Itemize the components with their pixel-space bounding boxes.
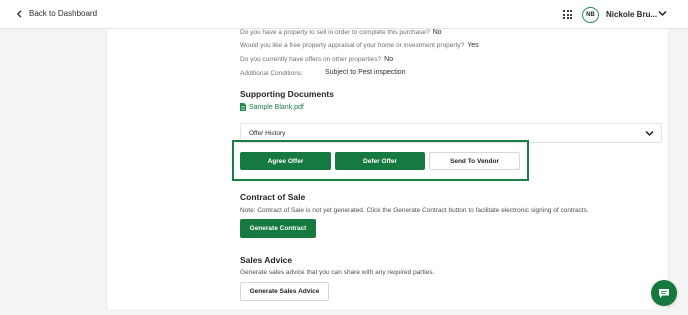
apps-grid-icon[interactable] [563,10,572,19]
question-answer: No [432,29,442,36]
send-to-vendor-button[interactable]: Send To Vendor [429,152,520,170]
chevron-down-icon[interactable] [658,10,667,17]
chat-button[interactable] [651,280,677,306]
question-label: Do you currently have offers on other pr… [240,56,382,63]
additional-conditions-label: Additional Conditions: [240,70,303,77]
additional-conditions-value: Subject to Pest inspection [325,69,406,76]
question-label: Do you have a property to sell in order … [240,29,430,36]
chevron-left-icon [16,9,22,18]
supporting-documents-heading: Supporting Documents [240,89,334,99]
chevron-down-icon [645,130,654,137]
back-to-dashboard-link[interactable]: Back to Dashboard [16,9,97,18]
sales-advice-note: Generate sales advice that you can share… [240,269,435,276]
question-answer: No [384,56,394,63]
question-label: Would you like a free property appraisal… [240,42,465,49]
document-link[interactable]: Sample Blank.pdf [240,103,304,111]
contract-note: Note: Contract of Sale is not yet genera… [240,207,589,214]
defer-offer-button[interactable]: Defer Offer [335,152,425,170]
user-name[interactable]: Nickole Bru... [606,10,657,19]
avatar[interactable]: NB [582,7,599,23]
question-row: Would you like a free property appraisal… [240,42,479,49]
contract-of-sale-heading: Contract of Sale [240,192,306,202]
document-name: Sample Blank.pdf [249,103,304,111]
back-label: Back to Dashboard [29,9,98,18]
sales-advice-heading: Sales Advice [240,255,293,265]
chat-icon [659,288,669,298]
document-icon [240,103,246,111]
generate-sales-advice-button[interactable]: Generate Sales Advice [240,282,329,301]
agree-offer-button[interactable]: Agree Offer [240,152,331,170]
question-row: Do you have a property to sell in order … [240,29,442,36]
question-row: Do you currently have offers on other pr… [240,56,393,63]
generate-contract-button[interactable]: Generate Contract [240,219,316,238]
top-bar: Back to Dashboard NB Nickole Bru... [0,0,688,29]
question-answer: Yes [467,42,479,49]
offer-history-label: Offer History [249,130,286,137]
